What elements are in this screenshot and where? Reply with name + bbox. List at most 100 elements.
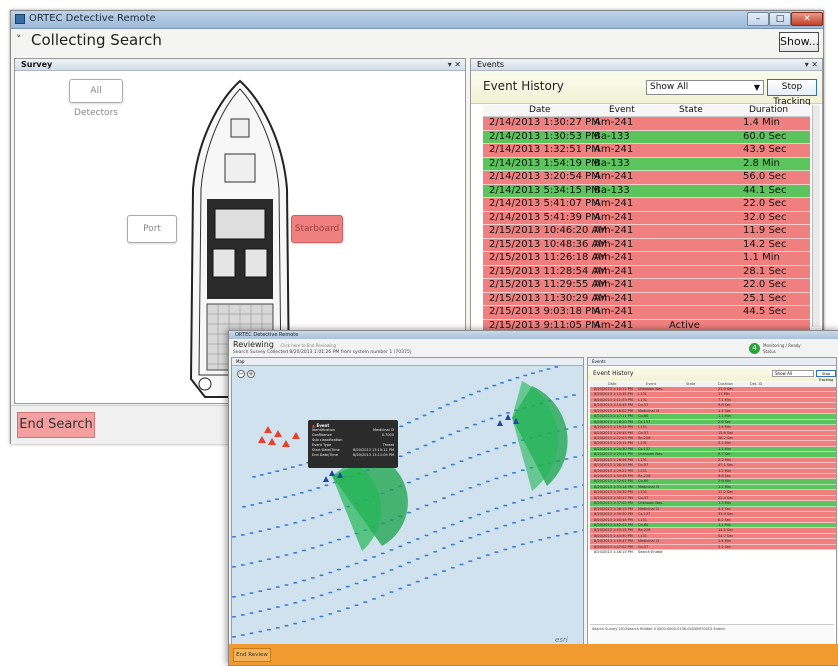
table-row[interactable]: 2/14/2013 5:41:39 PM Am-241 32.0 Sec — [483, 211, 810, 225]
show-button[interactable]: Show... — [779, 32, 819, 52]
track-marker — [415, 448, 420, 450]
survey-panel-tab[interactable]: Survey ▾ ✕ — [15, 59, 465, 71]
column-header-event[interactable]: Event — [609, 105, 635, 116]
track-marker — [389, 591, 394, 593]
chevron-down-icon[interactable]: ˅ — [16, 33, 22, 46]
zone-all-detectors-button[interactable]: All Detectors — [69, 79, 123, 118]
cell-event: Am-241 — [594, 265, 634, 277]
table-row[interactable]: 2/15/2013 11:28:54 AM Am-241 28.1 Sec — [483, 265, 810, 279]
track-marker — [302, 549, 306, 552]
cell-duration: 56.0 Sec — [743, 171, 787, 182]
table-row[interactable]: 2/15/2013 10:46:20 AM Am-241 11.9 Sec — [483, 225, 810, 239]
track-marker — [415, 558, 420, 560]
track-marker — [389, 569, 394, 571]
pin-icon[interactable]: ▾ ✕ — [448, 59, 461, 71]
table-row[interactable]: 8/20/2013 1:48:15 PM Search Ended — [590, 550, 836, 556]
track-marker — [564, 458, 569, 460]
map-canvas[interactable] — [232, 366, 583, 648]
track-marker — [424, 474, 429, 477]
map-tab[interactable]: Map — [232, 358, 583, 366]
review-stop-tracking-button[interactable]: Stop Tracking — [816, 370, 836, 382]
track-marker — [477, 533, 481, 536]
track-marker — [554, 366, 559, 368]
cell-duration: 1.4 Min — [743, 117, 780, 128]
vertical-scrollbar[interactable] — [812, 105, 820, 327]
track-marker — [407, 511, 411, 514]
table-row[interactable]: 2/15/2013 11:30:29 AM Am-241 25.1 Sec — [483, 292, 810, 306]
track-marker — [284, 624, 289, 627]
table-row[interactable]: 2/14/2013 5:34:15 PM Ba-133 44.1 Sec — [483, 184, 810, 198]
zoom-out-icon[interactable]: − — [237, 370, 245, 378]
track-marker — [503, 548, 508, 551]
track-marker — [512, 442, 516, 444]
column-header-duration[interactable]: Duration — [749, 105, 788, 116]
end-review-link[interactable]: Click here to End Reviewing — [280, 343, 336, 348]
column-header-state[interactable]: State — [679, 105, 703, 116]
zone-port-button[interactable]: Port — [127, 215, 177, 243]
table-row[interactable]: 2/14/2013 5:41:07 PM Am-241 22.0 Sec — [483, 198, 810, 212]
track-marker — [485, 530, 490, 533]
table-row[interactable]: 2/14/2013 1:30:27 PM Am-241 1.4 Min — [483, 117, 810, 131]
maximize-icon[interactable]: □ — [769, 12, 791, 26]
table-row[interactable]: 2/15/2013 10:48:36 AM Am-241 14.2 Sec — [483, 238, 810, 252]
cell-event: Ba-133 — [594, 157, 630, 169]
track-marker — [372, 598, 376, 600]
track-marker — [302, 579, 306, 582]
track-marker — [520, 543, 525, 546]
events-panel-tab[interactable]: Events ▾ ✕ — [471, 59, 822, 71]
table-row[interactable]: 2/14/2013 1:54:19 PM Ba-133 2.8 Min — [483, 157, 810, 171]
cell-event: Am-241 — [594, 171, 634, 182]
cell-duration: 25.1 Sec — [743, 292, 787, 304]
status-icon: 4 — [749, 343, 760, 354]
track-marker — [293, 522, 298, 524]
track-marker — [337, 568, 341, 571]
track-marker — [529, 541, 534, 543]
table-row[interactable]: 2/14/2013 1:32:51 PM Am-241 43.9 Sec — [483, 144, 810, 158]
table-row[interactable]: 2/15/2013 9:03:18 PM Am-241 44.5 Sec — [483, 306, 810, 320]
track-marker — [573, 426, 578, 428]
filter-select[interactable]: Show All ▼ — [646, 80, 764, 95]
close-icon[interactable]: ✕ — [791, 12, 823, 26]
cell-date: 2/15/2013 10:46:20 AM — [489, 225, 608, 236]
track-marker — [572, 394, 576, 396]
zoom-in-icon[interactable]: + — [247, 370, 255, 378]
track-marker — [503, 524, 508, 527]
table-row[interactable]: 2/14/2013 3:20:54 PM Am-241 56.0 Sec — [483, 171, 810, 185]
track-marker — [494, 477, 499, 480]
review-filter-select[interactable]: Show All — [772, 370, 814, 377]
map-panel[interactable]: Map − + Event IdentificationMedicinal I3… — [231, 357, 584, 659]
stop-tracking-button[interactable]: Stop Tracking — [767, 79, 817, 107]
track-marker — [240, 564, 245, 566]
table-row[interactable]: 2/15/2013 11:26:18 AM Am-241 1.1 Min — [483, 252, 810, 266]
status-info: Monitoring / Ready Status — [763, 343, 801, 355]
cell-date: 2/14/2013 1:32:51 PM — [489, 144, 600, 155]
track-marker — [407, 561, 411, 564]
zone-starboard-button[interactable]: Starboard — [291, 215, 343, 243]
track-marker — [529, 496, 534, 499]
end-search-button[interactable]: End Search — [17, 412, 95, 438]
pin-icon[interactable]: ▾ ✕ — [805, 59, 818, 71]
track-marker — [232, 536, 236, 538]
table-row[interactable]: 2/15/2013 11:29:55 AM Am-241 22.0 Sec — [483, 279, 810, 293]
track-marker — [310, 577, 315, 579]
track-marker — [507, 379, 512, 381]
track-marker — [319, 514, 324, 517]
track-marker — [310, 618, 315, 620]
track-marker — [415, 580, 420, 583]
cell-duration: 28.1 Sec — [743, 265, 787, 277]
track-marker — [582, 424, 583, 426]
cell-event: Search Ended — [638, 550, 663, 555]
track-marker — [564, 488, 569, 490]
track-marker — [445, 403, 450, 406]
track-marker — [275, 606, 280, 608]
track-marker — [512, 546, 516, 548]
track-marker — [461, 397, 466, 399]
column-header-date[interactable]: Date — [529, 105, 551, 116]
events-tab-label: Events — [477, 60, 505, 69]
table-row[interactable]: 2/14/2013 1:30:53 PM Ba-133 60.0 Sec — [483, 130, 810, 144]
end-review-button[interactable]: End Review — [233, 648, 271, 662]
track-marker — [456, 430, 461, 432]
minimize-icon[interactable]: – — [747, 12, 769, 26]
track-marker — [564, 508, 569, 510]
review-events-tab[interactable]: Events — [588, 358, 836, 366]
